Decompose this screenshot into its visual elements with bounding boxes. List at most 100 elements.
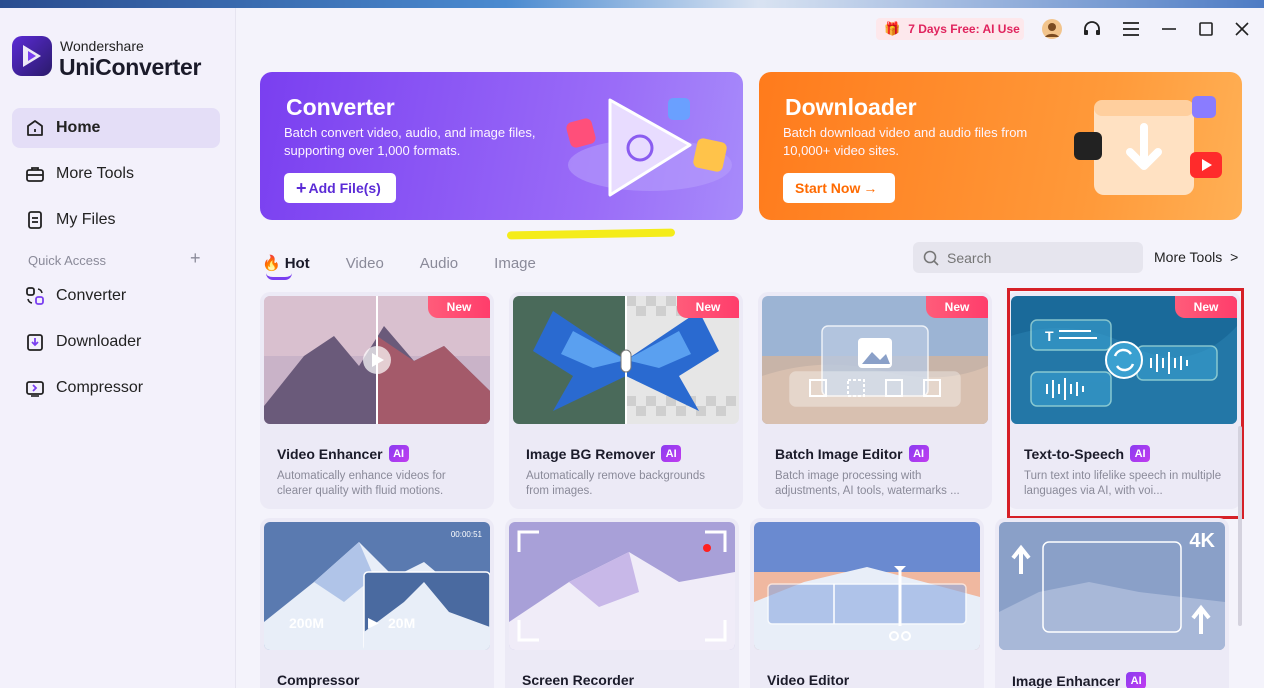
card-title-text: Video Editor — [767, 672, 850, 688]
tab-video[interactable]: Video — [346, 255, 384, 272]
file-icon — [24, 209, 46, 231]
card-title: Compressor — [277, 672, 359, 688]
tool-card-screen-recorder[interactable]: Screen Recorder — [505, 518, 739, 688]
tab-audio[interactable]: Audio — [420, 255, 458, 272]
sidebar: Wondershare UniConverter Home More Tools… — [0, 8, 236, 688]
ai-badge: AI — [1126, 672, 1147, 688]
gift-icon: 🎁 — [884, 21, 901, 36]
new-badge: New — [428, 296, 490, 318]
compressor-icon — [24, 377, 46, 399]
card-title-text: Image Enhancer — [1012, 672, 1121, 688]
sidebar-item-label: Converter — [56, 287, 127, 304]
user-avatar-icon[interactable] — [1041, 18, 1063, 40]
search-icon — [923, 250, 939, 266]
card-title: Image BG Remover AI — [526, 445, 682, 462]
headset-support-icon[interactable] — [1081, 18, 1103, 40]
app-window: Wondershare UniConverter Home More Tools… — [0, 8, 1264, 688]
search-input[interactable] — [947, 249, 1137, 266]
downloader-illustration — [1074, 96, 1222, 195]
converter-banner[interactable]: Converter Batch convert video, audio, an… — [260, 72, 743, 220]
quick-access-label: Quick Access — [28, 253, 107, 268]
downloader-banner-title: Downloader — [785, 94, 917, 120]
chevron-right-icon: > — [1230, 249, 1239, 265]
ai-badge: AI — [388, 445, 409, 462]
size-to: 20M — [388, 615, 416, 631]
close-icon[interactable] — [1231, 18, 1253, 40]
sidebar-item-converter[interactable]: Converter — [12, 276, 220, 316]
start-now-button[interactable]: Start Now → — [783, 173, 895, 203]
add-files-label: Add File(s) — [308, 180, 381, 196]
sidebar-item-label: My Files — [56, 211, 116, 228]
sidebar-item-label: Compressor — [56, 379, 144, 396]
new-badge: New — [926, 296, 988, 318]
menu-icon[interactable] — [1120, 18, 1142, 40]
start-now-label: Start Now — [795, 180, 861, 196]
sidebar-item-label: More Tools — [56, 165, 134, 182]
sidebar-item-compressor[interactable]: Compressor — [12, 368, 220, 408]
converter-illustration — [566, 98, 732, 197]
resolution-label: 4K — [1189, 530, 1215, 552]
sidebar-item-label: Downloader — [56, 333, 142, 350]
converter-icon — [24, 285, 46, 307]
timecode: 00:00:51 — [450, 530, 482, 539]
card-title: Batch Image Editor AI — [775, 445, 929, 462]
tool-card-batch-image-editor[interactable]: New Batch Image Editor AI Batch image pr… — [758, 292, 992, 509]
highlight-marker — [506, 228, 676, 240]
card-title-text: Video Enhancer — [277, 445, 383, 462]
card-description: Automatically enhance videos for clearer… — [277, 470, 446, 497]
converter-banner-desc: Batch convert video, audio, and image fi… — [284, 125, 536, 158]
card-title: Video Editor — [767, 672, 849, 688]
sidebar-item-more-tools[interactable]: More Tools — [12, 154, 220, 194]
downloader-icon — [24, 331, 46, 353]
size-from: 200M — [289, 615, 325, 631]
maximize-icon[interactable] — [1195, 18, 1217, 40]
screen-recorder-thumbnail — [509, 522, 735, 650]
card-description: Batch image processing with adjustments,… — [775, 470, 960, 497]
sidebar-item-my-files[interactable]: My Files — [12, 200, 220, 240]
tab-hot[interactable]: 🔥 Hot — [262, 254, 310, 280]
tool-card-image-enhancer[interactable]: 4K Image Enhancer AI — [995, 518, 1229, 688]
new-badge: New — [677, 296, 739, 318]
ai-badge: AI — [908, 445, 929, 462]
arrow-right-icon: → — [863, 180, 878, 196]
downloader-banner-desc: Batch download video and audio files fro… — [783, 125, 1028, 158]
downloader-banner[interactable]: Downloader Batch download video and audi… — [759, 72, 1242, 220]
card-title-text: Compressor — [277, 672, 360, 688]
card-description: Automatically remove backgrounds from im… — [526, 470, 705, 497]
plus-icon: + — [296, 177, 307, 198]
brand-name: UniConverter — [59, 54, 202, 80]
more-tools-label: More Tools — [1154, 249, 1223, 265]
free-trial-promo-button[interactable]: 🎁 7 Days Free: AI Use — [876, 18, 1024, 40]
ai-badge: AI — [661, 445, 682, 462]
tab-label: Hot — [284, 255, 310, 272]
category-tabs: 🔥 Hot Video Audio Image — [262, 248, 572, 280]
card-title: Image Enhancer AI — [1012, 672, 1147, 688]
card-title-text: Batch Image Editor — [775, 445, 903, 462]
add-quick-access-icon[interactable]: + — [190, 248, 201, 269]
home-icon — [24, 117, 46, 139]
image-enhancer-thumbnail: 4K — [999, 522, 1225, 650]
tool-card-compressor[interactable]: 00:00:51 200M ▶ 20M Compressor — [260, 518, 494, 688]
tab-image[interactable]: Image — [494, 255, 536, 272]
more-tools-link[interactable]: More Tools > — [1154, 249, 1238, 265]
minimize-icon[interactable] — [1158, 18, 1180, 40]
search-box[interactable] — [913, 242, 1143, 273]
tool-card-video-editor[interactable]: Video Editor — [750, 518, 984, 688]
arrow-right-icon: ▶ — [368, 614, 379, 630]
toolbox-icon — [24, 163, 46, 185]
brand-name-small: Wondershare — [60, 38, 144, 54]
flame-icon: 🔥 — [262, 255, 281, 272]
sidebar-item-downloader[interactable]: Downloader — [12, 322, 220, 362]
card-title-text: Image BG Remover — [526, 445, 656, 462]
scrollbar[interactable] — [1238, 426, 1242, 626]
tool-card-video-enhancer[interactable]: New Video Enhancer AI Automatically enha… — [260, 292, 494, 509]
app-logo — [12, 36, 52, 76]
card-title-text: Screen Recorder — [522, 672, 635, 688]
sidebar-item-home[interactable]: Home — [12, 108, 220, 148]
sidebar-item-label: Home — [56, 119, 101, 136]
video-editor-thumbnail — [754, 522, 980, 650]
add-files-button[interactable]: + Add File(s) — [284, 173, 396, 203]
selection-highlight-box — [1007, 288, 1244, 519]
tool-card-image-bg-remover[interactable]: New Image BG Remover AI Automatically re… — [509, 292, 743, 509]
compressor-thumbnail: 00:00:51 200M ▶ 20M — [264, 522, 490, 650]
